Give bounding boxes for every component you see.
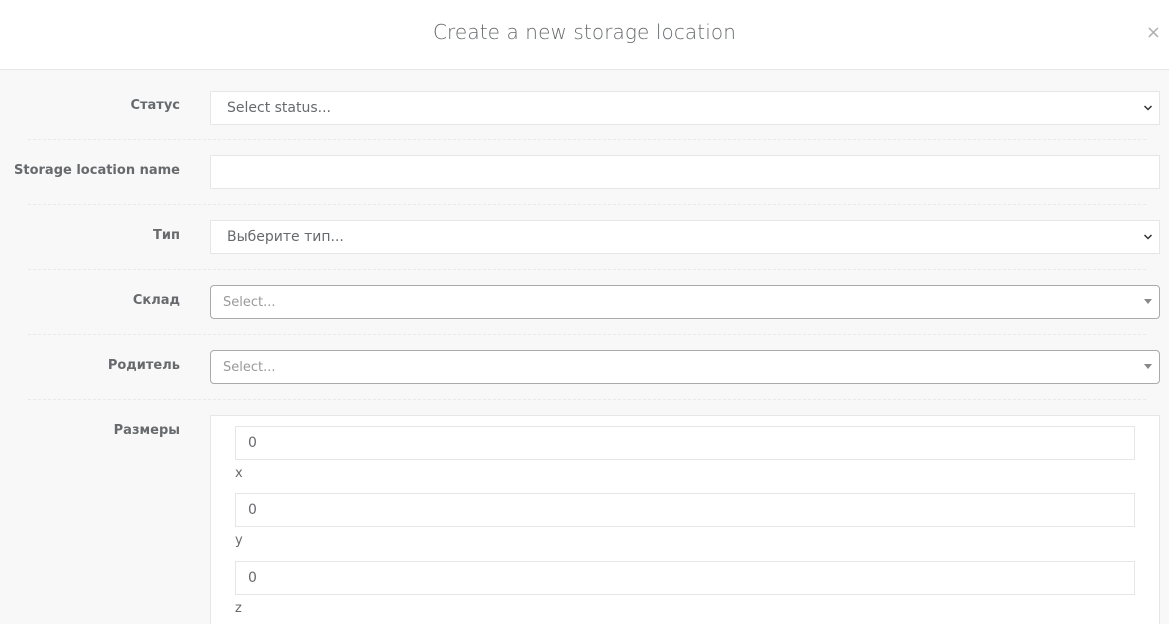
caret-down-icon: [1144, 364, 1152, 369]
dimension-y-caption: y: [235, 533, 243, 548]
caret-down-icon: [1144, 299, 1152, 304]
chevron-down-icon: [1143, 234, 1153, 240]
status-label: Статус: [130, 98, 180, 113]
storage-location-name-input[interactable]: [210, 155, 1160, 189]
close-icon[interactable]: ×: [1146, 22, 1161, 44]
dimension-x-value: 0: [248, 435, 257, 451]
dimension-y-input[interactable]: 0: [235, 493, 1135, 527]
parent-select-placeholder: Select...: [223, 360, 276, 375]
divider: [28, 139, 1146, 140]
type-select-value: Выберите тип...: [227, 229, 344, 245]
dimension-x-input[interactable]: 0: [235, 426, 1135, 460]
warehouse-select-placeholder: Select...: [223, 295, 276, 310]
dimension-z-value: 0: [248, 570, 257, 586]
name-label: Storage location name: [14, 163, 180, 178]
divider: [28, 204, 1146, 205]
dimensions-group: 0 x 0 y 0 z: [210, 415, 1160, 624]
parent-label: Родитель: [107, 358, 180, 373]
type-select[interactable]: Выберите тип...: [210, 220, 1160, 254]
divider: [28, 269, 1146, 270]
warehouse-select[interactable]: Select...: [210, 285, 1160, 319]
dimension-x-caption: x: [235, 466, 243, 481]
dimensions-label: Размеры: [113, 423, 180, 438]
status-select-value: Select status...: [227, 100, 332, 116]
dimension-z-input[interactable]: 0: [235, 561, 1135, 595]
parent-select[interactable]: Select...: [210, 350, 1160, 384]
status-select[interactable]: Select status...: [210, 91, 1160, 125]
chevron-down-icon: [1143, 105, 1153, 111]
divider: [28, 399, 1146, 400]
type-label: Тип: [153, 228, 180, 243]
warehouse-label: Склад: [132, 293, 180, 308]
dimension-z-caption: z: [235, 601, 242, 616]
dimension-y-value: 0: [248, 502, 257, 518]
divider: [28, 334, 1146, 335]
modal-title: Create a new storage location: [432, 20, 737, 44]
modal-body: Статус Select status... Storage location…: [0, 70, 1169, 624]
modal-header: Create a new storage location ×: [0, 0, 1169, 70]
